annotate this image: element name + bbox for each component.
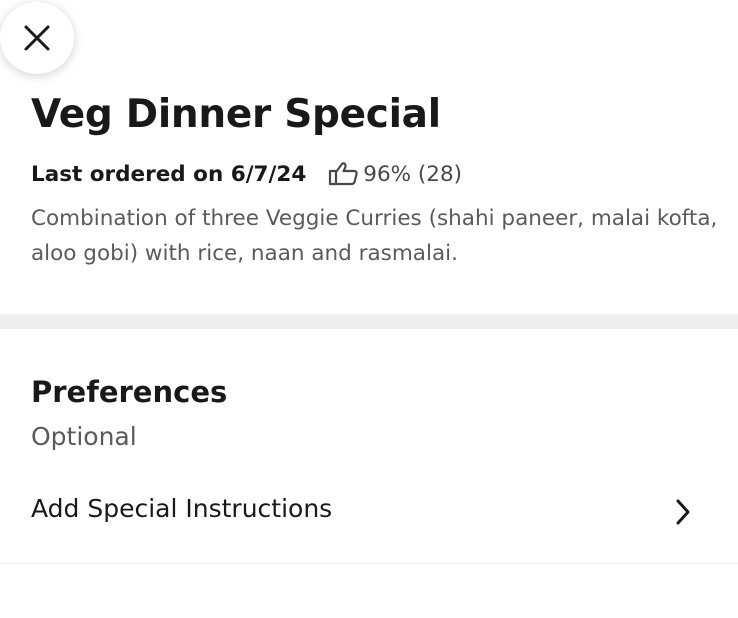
chevron-right-icon [676, 499, 690, 525]
close-icon [24, 25, 50, 51]
item-title: Veg Dinner Special [31, 92, 441, 137]
rating: 96% (28) [328, 161, 462, 187]
add-special-instructions-row[interactable]: Add Special Instructions [0, 478, 738, 544]
add-special-instructions-label: Add Special Instructions [31, 494, 333, 523]
bottom-divider [0, 563, 738, 564]
close-button[interactable] [0, 2, 74, 74]
rating-text: 96% (28) [363, 161, 463, 187]
item-description: Combination of three Veggie Curries (sha… [31, 206, 718, 266]
thumbs-up-icon [329, 162, 358, 186]
item-meta-row: Last ordered on 6/7/24 96% (28) [31, 158, 462, 190]
preferences-subtitle: Optional [31, 422, 137, 451]
preferences-title: Preferences [31, 375, 228, 409]
last-ordered-text: Last ordered on 6/7/24 [31, 161, 307, 187]
section-divider [0, 314, 738, 329]
